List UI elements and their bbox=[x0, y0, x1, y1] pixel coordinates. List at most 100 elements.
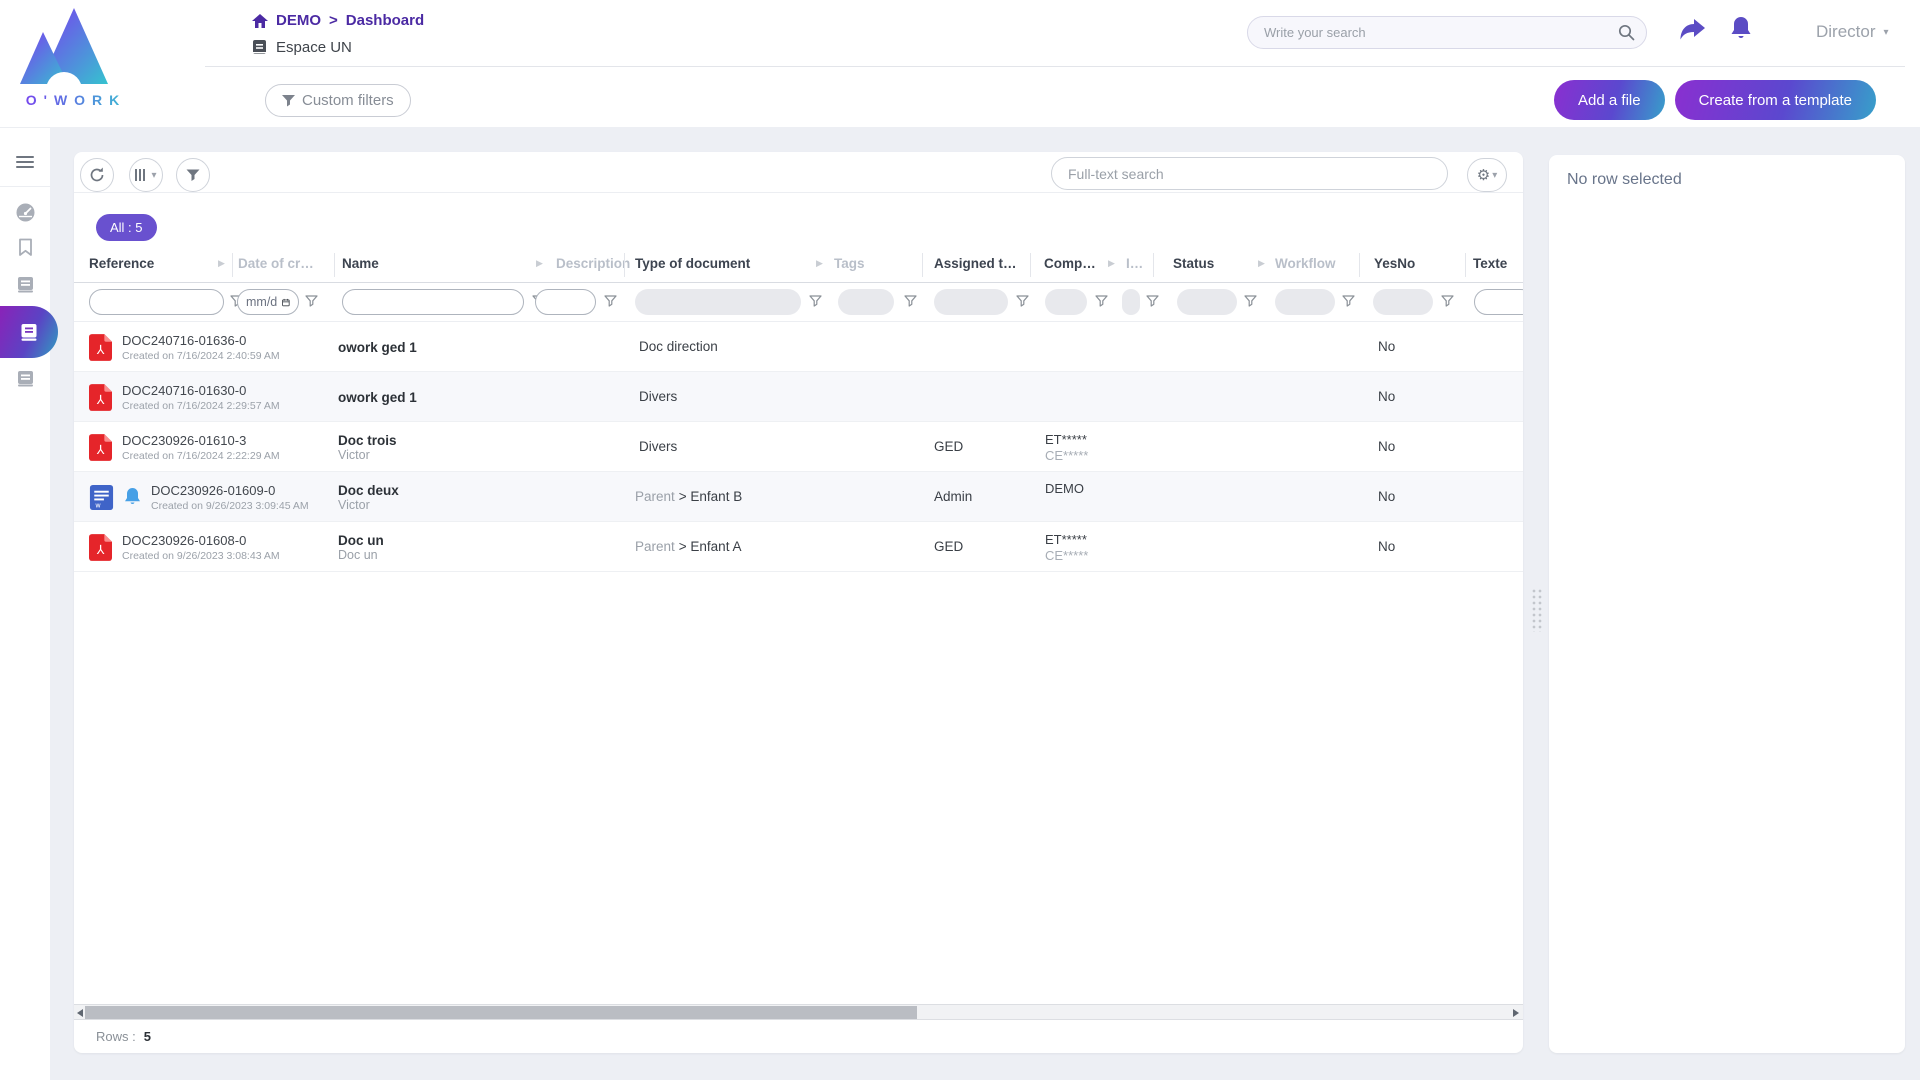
horizontal-scrollbar[interactable] bbox=[74, 1004, 1523, 1020]
breadcrumb-current[interactable]: Dashboard bbox=[346, 12, 424, 29]
add-file-button[interactable]: Add a file bbox=[1554, 80, 1665, 120]
scroll-right-arrow-icon[interactable] bbox=[1513, 1009, 1519, 1017]
filter-input-tags[interactable] bbox=[838, 289, 894, 315]
filter-input-date[interactable]: mm/d bbox=[237, 289, 299, 315]
pdf-file-icon: ⅄ bbox=[89, 434, 112, 461]
column-header-status[interactable]: Status bbox=[1173, 256, 1214, 271]
filter-funnel-icon[interactable] bbox=[1095, 295, 1108, 308]
panel-resize-handle[interactable] bbox=[1531, 588, 1543, 632]
search-icon[interactable] bbox=[1618, 24, 1635, 41]
sort-icon[interactable]: ▶ bbox=[1258, 258, 1265, 269]
sidebar-item-documents[interactable] bbox=[0, 267, 50, 303]
yesno-cell: No bbox=[1378, 472, 1395, 522]
custom-filters-button[interactable]: Custom filters bbox=[265, 84, 411, 117]
column-header-yesno[interactable]: YesNo bbox=[1374, 256, 1415, 271]
filter-funnel-icon[interactable] bbox=[1244, 295, 1257, 308]
sidebar-item-archive[interactable] bbox=[0, 361, 50, 397]
yesno-cell: No bbox=[1378, 422, 1395, 472]
refresh-button[interactable] bbox=[80, 158, 114, 192]
filter-input-workflow[interactable] bbox=[1275, 289, 1335, 315]
column-header-description[interactable]: Description bbox=[556, 256, 630, 271]
filter-input-company[interactable] bbox=[1045, 289, 1087, 315]
notifications-button[interactable] bbox=[1730, 16, 1752, 41]
left-sidebar bbox=[0, 127, 50, 1080]
scroll-left-arrow-icon[interactable] bbox=[77, 1009, 83, 1017]
filter-input-assigned[interactable] bbox=[934, 289, 1008, 315]
filter-button[interactable] bbox=[176, 158, 210, 192]
filter-funnel-icon[interactable] bbox=[1441, 295, 1454, 308]
sort-icon[interactable]: ▶ bbox=[1108, 258, 1115, 269]
reference-cell: ⅄ DOC240716-01636-0 Created on 7/16/2024… bbox=[89, 322, 280, 372]
assigned-cell: GED bbox=[934, 522, 963, 572]
company-cell: DEMO bbox=[1045, 472, 1084, 522]
global-search-input[interactable] bbox=[1247, 16, 1647, 49]
column-header-tags[interactable]: Tags bbox=[834, 256, 865, 271]
column-header-company[interactable]: Comp… bbox=[1044, 256, 1096, 271]
document-icon bbox=[252, 40, 267, 56]
sort-icon[interactable]: ▶ bbox=[218, 258, 225, 269]
tab-all[interactable]: All : 5 bbox=[96, 214, 157, 241]
name-cell: Doc trois Victor bbox=[338, 422, 397, 472]
filter-input-texte[interactable] bbox=[1474, 289, 1523, 315]
table-row[interactable]: ⅄ DOC240716-01630-0 Created on 7/16/2024… bbox=[74, 372, 1523, 422]
filter-input-i[interactable] bbox=[1122, 289, 1140, 315]
filter-funnel-icon[interactable] bbox=[1016, 295, 1029, 308]
refresh-icon bbox=[88, 166, 106, 184]
sidebar-menu-toggle[interactable] bbox=[0, 144, 50, 180]
company-cell: ET***** CE***** bbox=[1045, 422, 1088, 472]
filter-funnel-icon[interactable] bbox=[904, 295, 917, 308]
column-header-i[interactable]: I… bbox=[1126, 256, 1143, 271]
svg-text:⅄: ⅄ bbox=[96, 342, 105, 357]
scrollbar-thumb[interactable] bbox=[85, 1006, 917, 1019]
filter-input-description[interactable] bbox=[535, 289, 596, 315]
app-logo[interactable]: O'WORK bbox=[16, 6, 136, 118]
sidebar-item-dashboard[interactable] bbox=[0, 194, 50, 230]
user-role-menu[interactable]: Director ▾ bbox=[1816, 22, 1889, 42]
document-name: Doc trois bbox=[338, 433, 397, 448]
filter-input-status[interactable] bbox=[1177, 289, 1237, 315]
fulltext-search-input[interactable] bbox=[1051, 157, 1448, 190]
filter-funnel-icon[interactable] bbox=[305, 295, 318, 308]
sidebar-item-ged-active[interactable] bbox=[0, 306, 58, 358]
filter-funnel-icon[interactable] bbox=[809, 295, 822, 308]
column-header-name[interactable]: Name bbox=[342, 256, 379, 271]
table-row[interactable]: ⅄ DOC230926-01608-0 Created on 9/26/2023… bbox=[74, 522, 1523, 572]
home-icon[interactable] bbox=[252, 14, 268, 28]
sort-icon[interactable]: ▶ bbox=[536, 258, 543, 269]
sidebar-item-bookmarks[interactable] bbox=[0, 229, 50, 265]
document-reference: DOC240716-01630-0 bbox=[122, 383, 280, 398]
create-from-template-button[interactable]: Create from a template bbox=[1675, 80, 1876, 120]
sort-icon[interactable]: ▶ bbox=[816, 258, 823, 269]
filter-funnel-icon[interactable] bbox=[1342, 295, 1355, 308]
share-button[interactable] bbox=[1678, 18, 1706, 42]
filter-input-yesno[interactable] bbox=[1373, 289, 1433, 315]
column-header-type[interactable]: Type of document bbox=[635, 256, 750, 271]
column-separator bbox=[1465, 253, 1466, 277]
yesno-cell: No bbox=[1378, 372, 1395, 422]
column-separator bbox=[1359, 253, 1360, 277]
column-header-reference[interactable]: Reference bbox=[89, 256, 154, 271]
company-main: DEMO bbox=[1045, 481, 1084, 496]
column-header-date[interactable]: Date of cr… bbox=[238, 256, 314, 271]
column-header-workflow[interactable]: Workflow bbox=[1275, 256, 1336, 271]
filter-input-name[interactable] bbox=[342, 289, 524, 315]
filter-funnel-icon[interactable] bbox=[604, 295, 617, 308]
table-settings-button[interactable]: ⚙ ▾ bbox=[1467, 158, 1507, 192]
columns-button[interactable]: ▾ bbox=[129, 158, 163, 192]
filter-input-type[interactable] bbox=[635, 289, 801, 315]
type-cell: Divers bbox=[635, 372, 677, 422]
breadcrumb-root[interactable]: DEMO bbox=[276, 12, 321, 29]
column-header-assigned[interactable]: Assigned t… bbox=[934, 256, 1017, 271]
filter-funnel-icon[interactable] bbox=[1146, 295, 1159, 308]
table-row[interactable]: ⅄ DOC240716-01636-0 Created on 7/16/2024… bbox=[74, 322, 1523, 372]
space-title: Espace UN bbox=[252, 39, 352, 56]
table-row[interactable]: ⅄ DOC230926-01610-3 Created on 7/16/2024… bbox=[74, 422, 1523, 472]
table-row[interactable]: w DOC230926-01609-0 Created on 9/26/2023… bbox=[74, 472, 1523, 522]
document-reference: DOC240716-01636-0 bbox=[122, 333, 280, 348]
name-cell: owork ged 1 bbox=[338, 372, 417, 422]
filter-input-reference[interactable] bbox=[89, 289, 224, 315]
company-main: ET***** bbox=[1045, 432, 1088, 447]
notification-bell-icon bbox=[124, 487, 141, 507]
column-header-texte[interactable]: Texte bbox=[1473, 256, 1507, 271]
rows-count: 5 bbox=[144, 1029, 151, 1044]
